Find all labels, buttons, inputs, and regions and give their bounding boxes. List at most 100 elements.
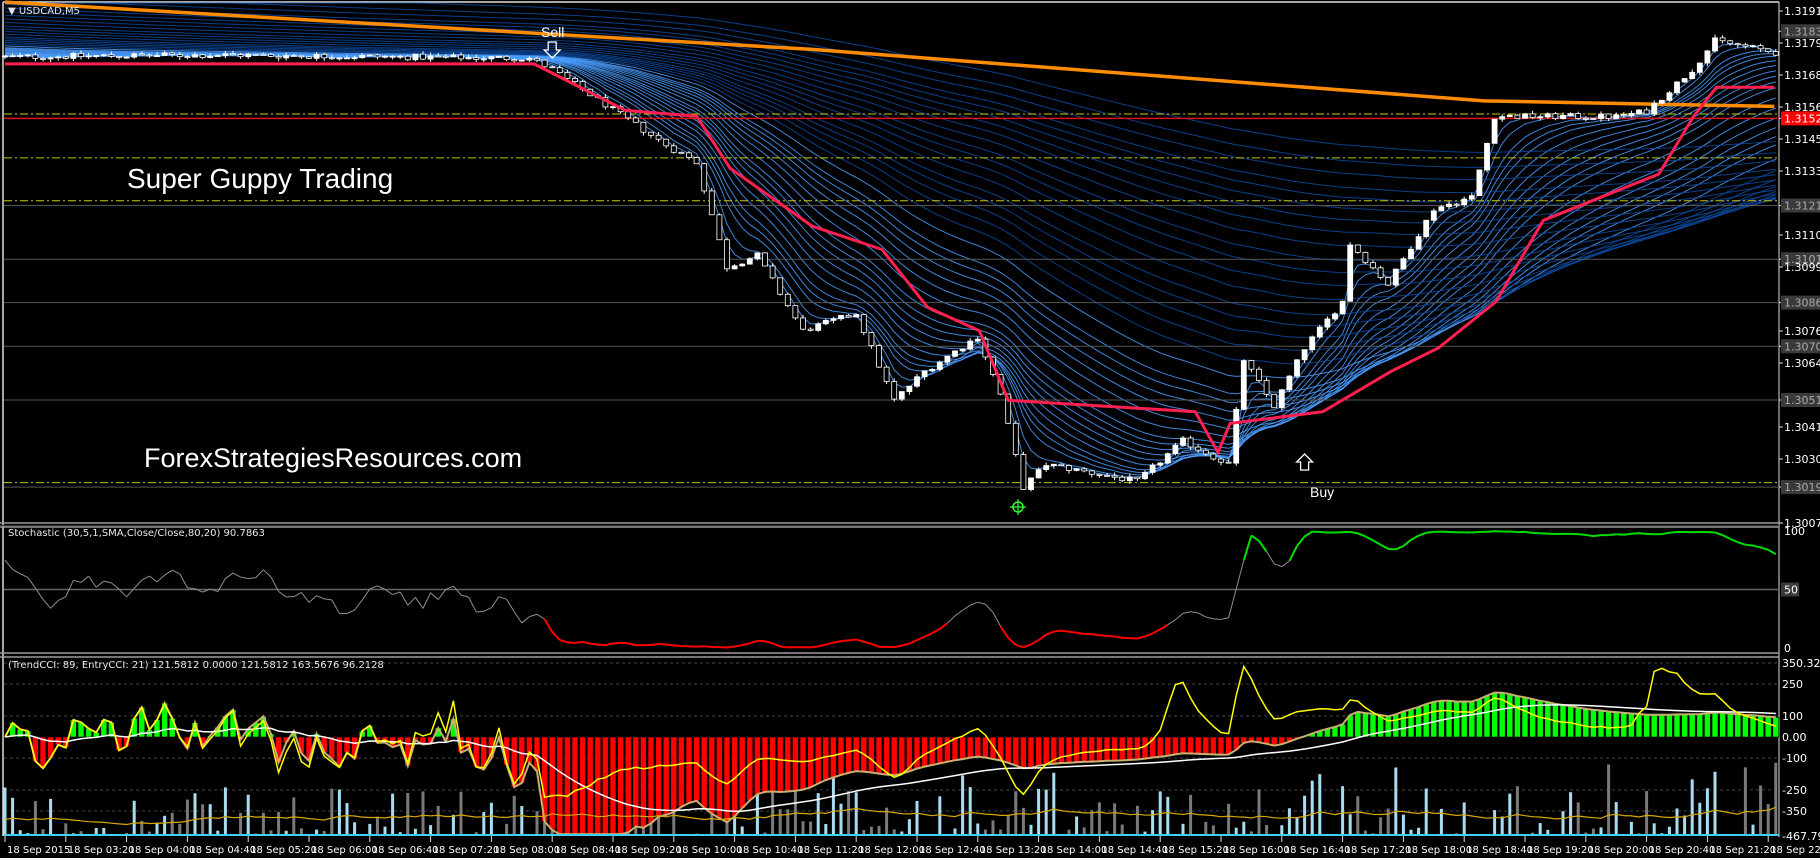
volume-bar	[1295, 817, 1299, 836]
candle-body	[260, 53, 267, 56]
candle-body	[496, 55, 502, 58]
volume-bar	[1576, 802, 1580, 836]
candle-body	[351, 57, 358, 60]
cci-histogram-bar	[1757, 715, 1764, 738]
candle-body	[845, 314, 852, 318]
candle-body	[1643, 109, 1650, 115]
candle-body	[572, 78, 578, 82]
candle-body	[176, 54, 183, 58]
price-axis-label: 1.30990	[1784, 261, 1820, 274]
cci-histogram-bar	[1058, 736, 1065, 764]
stochastic-segment	[1524, 530, 1533, 534]
candle-body	[1332, 313, 1338, 320]
stochastic-segment	[1509, 530, 1518, 534]
candle-body	[192, 54, 198, 58]
cci-histogram-bar	[921, 736, 928, 767]
candle-body	[199, 54, 206, 59]
candle-body	[1233, 408, 1240, 464]
candle-body	[936, 361, 943, 370]
candle-body	[1316, 326, 1323, 338]
stochastic-segment	[810, 645, 819, 649]
time-axis-label: 18 Sep 11:20	[797, 845, 864, 856]
candle-body	[754, 252, 761, 260]
volume-bar	[1508, 793, 1512, 836]
stochastic-segment	[476, 610, 484, 613]
candle-body	[1484, 142, 1490, 171]
cci-histogram-bar	[966, 736, 974, 758]
cci-histogram-bar	[716, 736, 723, 819]
candle-body	[1271, 393, 1278, 409]
stochastic-segment	[1426, 530, 1434, 534]
candle-body	[420, 53, 426, 60]
cci-histogram-bar	[602, 736, 609, 835]
volume-bar	[976, 823, 980, 836]
candle-body	[670, 145, 677, 153]
cci-histogram-bar	[1711, 712, 1719, 738]
stochastic-segment	[1213, 618, 1222, 620]
volume-bar	[1683, 815, 1687, 836]
candle-body	[1719, 37, 1726, 42]
cci-histogram-bar	[39, 736, 47, 769]
cci-histogram-bar	[1476, 698, 1483, 738]
cci-histogram-bar	[1719, 712, 1726, 738]
candle-body	[1613, 114, 1620, 119]
dropdown-triangle-icon[interactable]: ▼	[8, 6, 19, 17]
candle-body	[32, 54, 39, 59]
cci-histogram-bar	[1172, 736, 1179, 755]
price-axis-label: 1.31105	[1784, 229, 1820, 242]
candle-body	[1461, 198, 1468, 205]
cci-histogram-bar	[898, 736, 906, 774]
cci-histogram-bar	[1339, 723, 1346, 738]
candle-body	[412, 53, 419, 61]
stochastic-segment	[666, 643, 674, 647]
volume-bar	[1151, 810, 1155, 836]
cci-histogram-bar	[1210, 736, 1217, 755]
candle-body	[1210, 453, 1217, 460]
price-axis-label: 1.30512	[1784, 394, 1820, 407]
candle-body	[739, 263, 746, 267]
candle-body	[693, 157, 700, 165]
candle-body	[78, 52, 84, 58]
candle-body	[511, 59, 518, 62]
candle-body	[1772, 51, 1779, 56]
cci-histogram-bar	[1400, 711, 1407, 738]
candle-body	[807, 328, 814, 331]
cci-axis-label: 350.322	[1782, 657, 1820, 670]
trading-chart[interactable]: 1.319101.318371.317951.316801.315651.315…	[0, 0, 1820, 858]
cci-histogram-bar	[1187, 736, 1194, 754]
stochastic-segment	[590, 642, 598, 646]
volume-bar	[178, 823, 182, 836]
candle-body	[382, 55, 388, 58]
stochastic-segment	[1486, 530, 1495, 533]
cci-histogram-bar	[328, 736, 336, 760]
volume-bar	[1561, 811, 1565, 836]
price-axis-label: 1.30645	[1784, 357, 1820, 370]
volume-bar	[535, 811, 539, 836]
time-axis-label: 18 Sep 14:00	[1041, 845, 1108, 856]
price-axis-label: 1.31680	[1784, 69, 1820, 82]
symbol-title[interactable]: ▼ USDCAD,M5	[8, 6, 80, 17]
cci-histogram-bar	[1012, 736, 1020, 766]
stochastic-segment	[1076, 631, 1085, 635]
volume-bar	[1515, 786, 1519, 836]
stochastic-segment	[1106, 634, 1115, 638]
cci-histogram-bar	[548, 736, 556, 831]
candle-body	[1392, 268, 1399, 286]
volume-bar	[1348, 814, 1352, 836]
candle-body	[1438, 206, 1445, 212]
stochastic-segment	[673, 644, 682, 648]
candle-body	[784, 293, 791, 307]
candle-body	[1491, 118, 1498, 144]
candle-body	[374, 54, 381, 58]
time-axis-label: 18 Sep 20:00	[1588, 845, 1655, 856]
candle-body	[860, 314, 867, 334]
volume-bar	[368, 823, 372, 836]
candle-body	[1066, 465, 1072, 471]
time-axis-label: 18 Sep 16:00	[1223, 845, 1290, 856]
cci-axis-label: -350	[1782, 805, 1807, 818]
candle-body	[898, 391, 905, 400]
volume-bar	[1652, 823, 1656, 836]
candle-body	[214, 55, 221, 57]
candle-body	[526, 57, 533, 61]
candle-body	[1529, 113, 1536, 118]
